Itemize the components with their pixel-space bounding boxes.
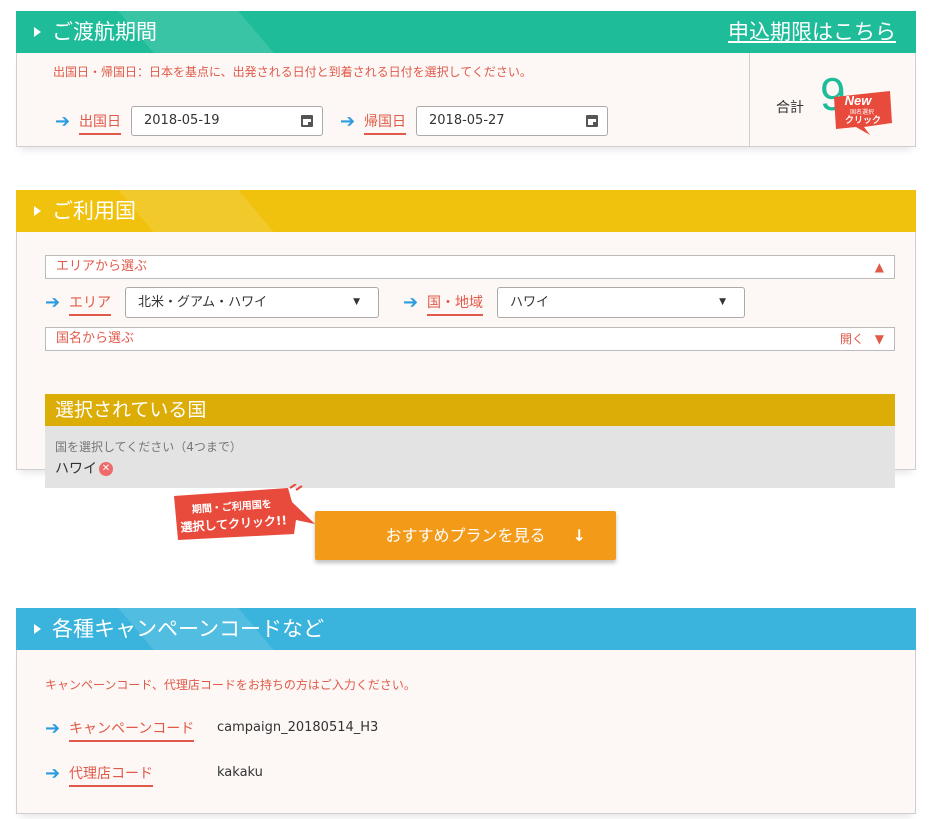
new-badge-line2: 国名選択 [850, 108, 874, 116]
selected-countries-area: 国を選択してください（4つまで） ハワイ ✕ [45, 426, 895, 488]
return-date-label: 帰国日 [364, 111, 406, 135]
campaign-code-label: キャンペーンコード [69, 718, 195, 742]
campaign-code-field[interactable]: campaign_20180514_H3 [217, 720, 378, 735]
expand-down-icon[interactable]: ▼ [875, 328, 884, 350]
return-date-input[interactable]: 2018-05-27 [416, 106, 608, 136]
selected-country-name: ハワイ [55, 461, 97, 477]
agency-code-field[interactable]: kakaku [217, 765, 263, 780]
country-panel: ご利用国 エリアから選ぶ ▲ ➔ エリア 北米・グアム・ハワイ ▼ ➔ 国・地域… [16, 190, 916, 488]
arrow-right-icon: ➔ [45, 763, 61, 784]
triangle-right-icon [34, 27, 41, 37]
triangle-right-icon [34, 624, 41, 634]
region-label: 国・地域 [427, 292, 483, 316]
region-dropdown[interactable]: ハワイ ▼ [497, 287, 745, 318]
campaign-panel: 各種キャンペーンコードなど キャンペーンコード、代理店コードをお持ちの方はご入力… [16, 608, 916, 814]
period-note: 出国日・帰国日：日本を基点に、出発される日付と到着される日付を選択してください。 [53, 65, 532, 79]
click-hint-tag-icon: 期間・ご利用国を 選択してクリック!! [174, 484, 315, 540]
region-selected-value: ハワイ [510, 295, 550, 310]
total-prefix: 合計 [776, 100, 804, 116]
arrow-right-icon: ➔ [45, 292, 61, 313]
depart-date-label: 出国日 [79, 111, 121, 135]
name-bar-label: 国名から選ぶ [56, 331, 135, 346]
collapse-up-icon[interactable]: ▲ [875, 256, 884, 278]
new-badge-line1: New [845, 93, 873, 108]
dropdown-caret-icon: ▼ [353, 297, 360, 307]
view-recommended-plans-button[interactable]: おすすめプランを見る ↓ [315, 511, 616, 560]
campaign-header: 各種キャンペーンコードなど [16, 608, 916, 650]
country-name-select-bar[interactable]: 国名から選ぶ 開く ▼ [45, 327, 895, 351]
remove-icon[interactable]: ✕ [99, 462, 113, 476]
arrow-right-icon: ➔ [340, 111, 356, 132]
depart-date-value: 2018-05-19 [144, 113, 220, 128]
area-dropdown[interactable]: 北米・グアム・ハワイ ▼ [125, 287, 379, 318]
country-header: ご利用国 [16, 190, 916, 232]
deadline-link[interactable]: 申込期限はこちら [728, 11, 896, 53]
travel-period-panel: ご渡航期間 申込期限はこちら 出国日・帰国日：日本を基点に、出発される日付と到着… [16, 11, 916, 147]
agency-code-label: 代理店コード [69, 763, 153, 787]
new-badge-line3: クリック [845, 115, 881, 126]
arrow-right-icon: ➔ [45, 718, 61, 739]
selected-countries-header: 選択されている国 [45, 394, 895, 426]
new-badge-icon[interactable]: New 国名選択 クリック [830, 89, 896, 135]
area-bar-label: エリアから選ぶ [56, 259, 148, 274]
campaign-note: キャンペーンコード、代理店コードをお持ちの方はご入力ください。 [45, 678, 416, 692]
arrow-down-icon: ↓ [572, 526, 586, 545]
depart-date-input[interactable]: 2018-05-19 [131, 106, 323, 136]
calendar-icon[interactable] [586, 115, 598, 127]
calendar-icon[interactable] [301, 115, 313, 127]
selected-hint: 国を選択してください（4つまで） [55, 440, 242, 454]
dropdown-caret-icon: ▼ [719, 297, 726, 307]
open-label[interactable]: 開く [840, 328, 864, 350]
cta-button-label: おすすめプランを見る [385, 526, 546, 545]
selected-country-chip: ハワイ ✕ [55, 458, 113, 478]
area-selected-value: 北米・グアム・ハワイ [138, 295, 268, 310]
campaign-body: キャンペーンコード、代理店コードをお持ちの方はご入力ください。 ➔ キャンペーン… [16, 650, 916, 814]
return-date-value: 2018-05-27 [429, 113, 505, 128]
travel-period-header: ご渡航期間 申込期限はこちら [16, 11, 916, 53]
arrow-right-icon: ➔ [55, 111, 71, 132]
arrow-right-icon: ➔ [403, 292, 419, 313]
triangle-right-icon [34, 206, 41, 216]
country-body: エリアから選ぶ ▲ ➔ エリア 北米・グアム・ハワイ ▼ ➔ 国・地域 ハワイ … [16, 232, 916, 488]
area-select-bar[interactable]: エリアから選ぶ ▲ [45, 255, 895, 279]
area-label: エリア [69, 292, 111, 316]
country-title: ご利用国 [52, 199, 136, 223]
travel-period-body: 出国日・帰国日：日本を基点に、出発される日付と到着される日付を選択してください。… [16, 53, 916, 147]
